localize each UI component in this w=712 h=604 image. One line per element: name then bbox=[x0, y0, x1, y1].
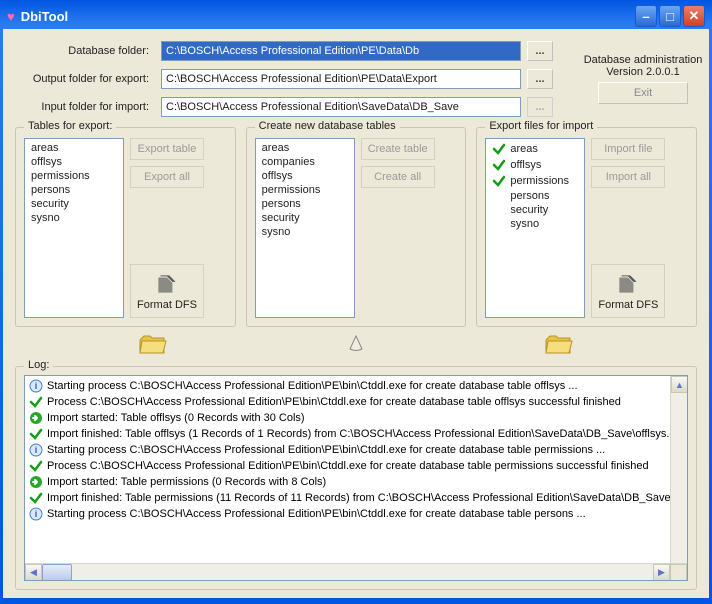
out-folder-browse[interactable]: ... bbox=[527, 69, 553, 89]
create-list[interactable]: areascompaniesofflsyspermissionspersonss… bbox=[255, 138, 355, 318]
format-dfs-label: Format DFS bbox=[598, 299, 658, 311]
db-folder-label: Database folder: bbox=[15, 45, 155, 57]
in-folder-label: Input folder for import: bbox=[15, 101, 155, 113]
admin-version: Version 2.0.0.1 bbox=[606, 66, 679, 78]
log-group: Log: iStarting process C:\BOSCH\Access P… bbox=[15, 366, 697, 590]
log-box[interactable]: iStarting process C:\BOSCH\Access Profes… bbox=[24, 375, 688, 581]
window-title: DbiTool bbox=[21, 9, 635, 24]
log-line: Import started: Table offlsys (0 Records… bbox=[29, 410, 683, 426]
list-item[interactable]: permissions bbox=[256, 183, 354, 197]
arrow-icon bbox=[29, 475, 43, 489]
scroll-left-icon[interactable]: ◀ bbox=[25, 564, 42, 581]
list-item[interactable]: security bbox=[256, 211, 354, 225]
info-icon: i bbox=[29, 379, 43, 393]
group-export: Tables for export: areasofflsyspermissio… bbox=[15, 127, 236, 327]
create-all-button[interactable]: Create all bbox=[361, 166, 435, 188]
cursor-icon bbox=[347, 335, 365, 356]
app-window: ♥ DbiTool – □ ✕ Database folder: C:\BOSC… bbox=[0, 0, 712, 604]
log-line: Import finished: Table permissions (11 R… bbox=[29, 490, 683, 506]
export-list[interactable]: areasofflsyspermissionspersonssecuritysy… bbox=[24, 138, 124, 318]
list-item[interactable]: permissions bbox=[486, 173, 584, 189]
scroll-right-icon[interactable]: ▶ bbox=[653, 564, 670, 581]
list-item[interactable]: offlsys bbox=[256, 169, 354, 183]
admin-title: Database administration bbox=[584, 54, 703, 66]
import-list[interactable]: areasofflsyspermissionspersonssecuritysy… bbox=[485, 138, 585, 318]
list-item[interactable]: sysno bbox=[486, 217, 584, 231]
db-folder-field[interactable]: C:\BOSCH\Access Professional Edition\PE\… bbox=[161, 41, 521, 61]
scrollbar-vertical[interactable]: ▲ bbox=[670, 376, 687, 563]
log-line: iStarting process C:\BOSCH\Access Profes… bbox=[29, 506, 683, 522]
group-create: Create new database tables areascompanie… bbox=[246, 127, 467, 327]
scroll-corner bbox=[670, 564, 687, 581]
svg-text:i: i bbox=[35, 381, 38, 391]
check-icon bbox=[29, 459, 43, 473]
scroll-thumb[interactable] bbox=[42, 564, 72, 581]
list-item[interactable]: persons bbox=[256, 197, 354, 211]
maximize-button[interactable]: □ bbox=[659, 5, 681, 27]
list-item[interactable]: security bbox=[25, 197, 123, 211]
minimize-button[interactable]: – bbox=[635, 5, 657, 27]
info-icon: i bbox=[29, 443, 43, 457]
exit-button[interactable]: Exit bbox=[598, 82, 688, 104]
list-item[interactable]: offlsys bbox=[486, 157, 584, 173]
log-legend: Log: bbox=[24, 359, 53, 371]
db-folder-browse[interactable]: ... bbox=[527, 41, 553, 61]
log-line: Process C:\BOSCH\Access Professional Edi… bbox=[29, 458, 683, 474]
group-create-legend: Create new database tables bbox=[255, 120, 400, 132]
export-all-button[interactable]: Export all bbox=[130, 166, 204, 188]
list-item[interactable]: security bbox=[486, 203, 584, 217]
list-item[interactable]: persons bbox=[25, 183, 123, 197]
format-dfs-label: Format DFS bbox=[137, 299, 197, 311]
import-file-button[interactable]: Import file bbox=[591, 138, 665, 160]
folder-icon[interactable] bbox=[545, 333, 573, 358]
list-item[interactable]: sysno bbox=[25, 211, 123, 225]
check-icon bbox=[492, 174, 506, 188]
list-item[interactable]: permissions bbox=[25, 169, 123, 183]
check-icon bbox=[492, 142, 506, 156]
check-icon bbox=[29, 395, 43, 409]
scrollbar-horizontal[interactable]: ◀ ▶ bbox=[25, 563, 687, 580]
import-all-button[interactable]: Import all bbox=[591, 166, 665, 188]
info-icon: i bbox=[29, 507, 43, 521]
list-item[interactable]: companies bbox=[256, 155, 354, 169]
list-item[interactable]: sysno bbox=[256, 225, 354, 239]
group-export-legend: Tables for export: bbox=[24, 120, 116, 132]
log-line: Import started: Table permissions (0 Rec… bbox=[29, 474, 683, 490]
arrow-icon bbox=[29, 411, 43, 425]
log-line: iStarting process C:\BOSCH\Access Profes… bbox=[29, 378, 683, 394]
list-item[interactable]: areas bbox=[256, 141, 354, 155]
log-line: iStarting process C:\BOSCH\Access Profes… bbox=[29, 442, 683, 458]
in-folder-field[interactable]: C:\BOSCH\Access Professional Edition\Sav… bbox=[161, 97, 521, 117]
group-import-legend: Export files for import bbox=[485, 120, 597, 132]
out-folder-label: Output folder for export: bbox=[15, 73, 155, 85]
app-icon: ♥ bbox=[7, 9, 15, 24]
list-item[interactable]: areas bbox=[486, 141, 584, 157]
titlebar: ♥ DbiTool – □ ✕ bbox=[3, 3, 709, 29]
check-icon bbox=[29, 427, 43, 441]
list-item[interactable]: persons bbox=[486, 189, 584, 203]
group-import: Export files for import areasofflsysperm… bbox=[476, 127, 697, 327]
out-folder-field[interactable]: C:\BOSCH\Access Professional Edition\PE\… bbox=[161, 69, 521, 89]
page-arrow-icon bbox=[614, 271, 642, 297]
format-dfs-export-button[interactable]: Format DFS bbox=[130, 264, 204, 318]
svg-text:i: i bbox=[35, 509, 38, 519]
close-button[interactable]: ✕ bbox=[683, 5, 705, 27]
scroll-up-icon[interactable]: ▲ bbox=[671, 376, 688, 393]
in-folder-browse: ... bbox=[527, 97, 553, 117]
page-arrow-icon bbox=[153, 271, 181, 297]
create-table-button[interactable]: Create table bbox=[361, 138, 435, 160]
client-area: Database folder: C:\BOSCH\Access Profess… bbox=[3, 29, 709, 598]
check-icon bbox=[29, 491, 43, 505]
folder-icon[interactable] bbox=[139, 333, 167, 358]
list-item[interactable]: areas bbox=[25, 141, 123, 155]
format-dfs-import-button[interactable]: Format DFS bbox=[591, 264, 665, 318]
log-line: Process C:\BOSCH\Access Professional Edi… bbox=[29, 394, 683, 410]
export-table-button[interactable]: Export table bbox=[130, 138, 204, 160]
log-line: Import finished: Table offlsys (1 Record… bbox=[29, 426, 683, 442]
check-icon bbox=[492, 158, 506, 172]
list-item[interactable]: offlsys bbox=[25, 155, 123, 169]
svg-text:i: i bbox=[35, 445, 38, 455]
